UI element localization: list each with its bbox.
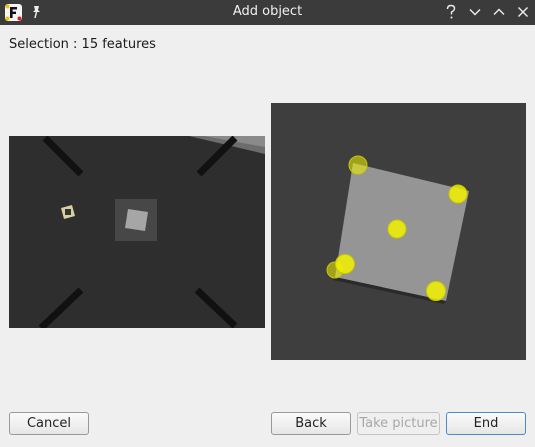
title-bar: Add object bbox=[0, 0, 535, 25]
object-image bbox=[271, 103, 526, 360]
feature-marker bbox=[426, 281, 446, 301]
take-picture-button[interactable]: Take picture bbox=[357, 412, 440, 435]
camera-view bbox=[9, 136, 265, 328]
object-preview bbox=[271, 103, 526, 360]
maximize-icon[interactable] bbox=[490, 3, 508, 21]
feature-marker bbox=[387, 219, 407, 239]
minimize-icon[interactable] bbox=[466, 3, 484, 21]
feature-marker bbox=[448, 184, 468, 204]
back-button[interactable]: Back bbox=[271, 412, 351, 435]
selection-count-label: Selection : 15 features bbox=[9, 37, 156, 52]
end-button[interactable]: End bbox=[446, 412, 526, 435]
help-icon[interactable] bbox=[442, 3, 460, 21]
camera-image bbox=[9, 136, 265, 328]
feature-marker bbox=[335, 254, 355, 274]
feature-marker bbox=[348, 155, 368, 175]
close-icon[interactable] bbox=[514, 3, 532, 21]
cancel-button[interactable]: Cancel bbox=[9, 412, 89, 435]
